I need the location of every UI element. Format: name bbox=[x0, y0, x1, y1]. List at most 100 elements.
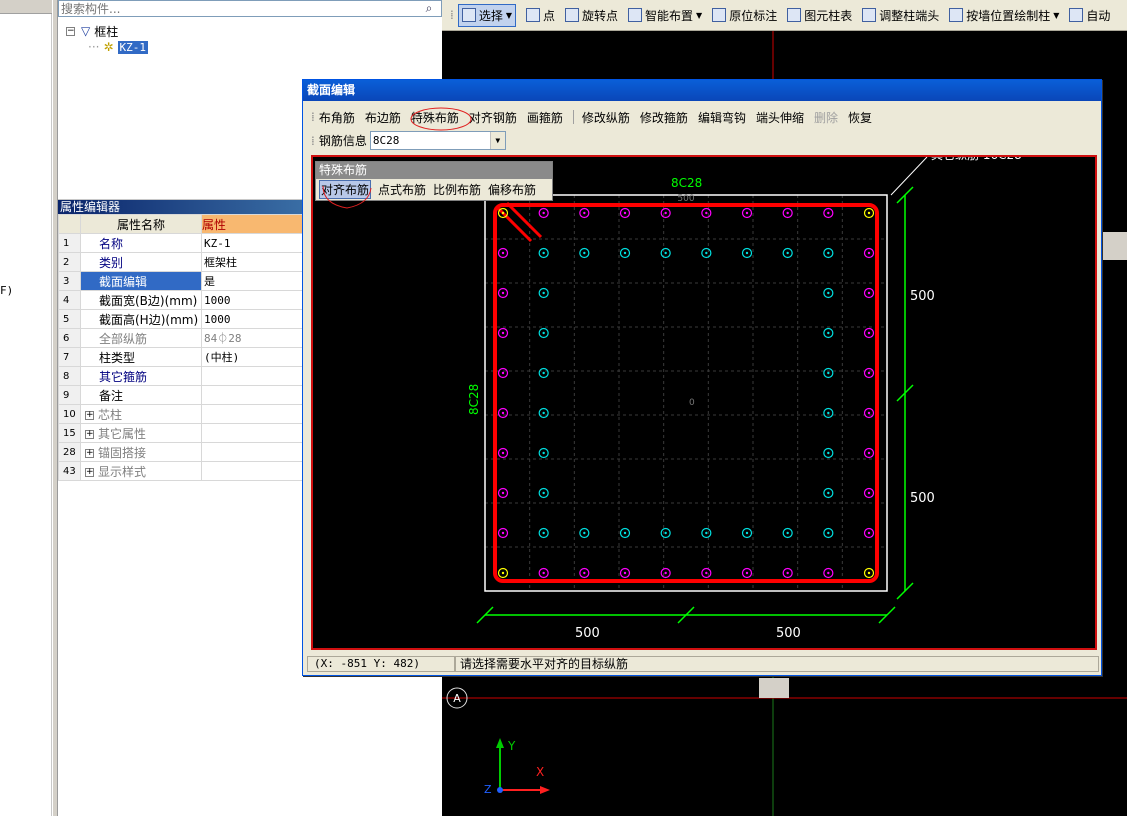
section-canvas[interactable]: 500 500 500 500 8C28 8C28 500 0 其它纵筋 16C28 bbox=[311, 155, 1097, 650]
rebar-center bbox=[664, 531, 667, 535]
expand-icon[interactable]: + bbox=[85, 448, 94, 458]
dialog-menu-item-1[interactable]: 布边筋 bbox=[365, 109, 401, 126]
dialog-menu-item-6[interactable]: 修改箍筋 bbox=[640, 109, 688, 126]
rebar-center bbox=[583, 251, 586, 255]
popup-item-0[interactable]: 对齐布筋 bbox=[319, 180, 372, 199]
rebar-center bbox=[542, 371, 545, 375]
property-value[interactable]: 84⏀28 bbox=[201, 328, 305, 348]
property-row[interactable]: 43 + 显示样式 bbox=[58, 461, 305, 481]
left-rebar-label: 8C28 bbox=[467, 384, 481, 415]
rebar-info-combo[interactable]: 8C28 ▼ bbox=[369, 131, 506, 150]
property-row[interactable]: 4 截面宽(B边)(mm) 1000 bbox=[58, 290, 305, 310]
property-value[interactable]: 1000 bbox=[201, 290, 305, 310]
dialog-menu-item-7[interactable]: 编辑弯钩 bbox=[698, 109, 746, 126]
property-name-text: 显示样式 bbox=[98, 464, 147, 479]
toolbar-button-4[interactable]: 原位标注 bbox=[712, 7, 777, 24]
scroll-thumb[interactable] bbox=[759, 678, 789, 698]
panel-toggle-button[interactable] bbox=[1103, 232, 1127, 260]
dim-right-top: 500 bbox=[910, 289, 935, 304]
rebar-center bbox=[542, 291, 545, 295]
dialog-menu-item-3[interactable]: 对齐钢筋 bbox=[469, 109, 517, 126]
property-row[interactable]: 15 + 其它属性 bbox=[58, 423, 305, 443]
popup-item-3[interactable]: 偏移布筋 bbox=[488, 181, 536, 198]
dialog-toolbar: ⁞ 布角筋 布边筋 特殊布筋 对齐钢筋 画箍筋 修改纵筋 修改箍筋 编辑弯钩 端头伸缩 删除 恢复 bbox=[311, 107, 882, 127]
property-value[interactable]: KZ-1 bbox=[201, 233, 305, 253]
property-row[interactable]: 5 截面高(H边)(mm) 1000 bbox=[58, 309, 305, 329]
status-message: 请选择需要水平对齐的目标纵筋 bbox=[455, 656, 1099, 672]
property-value[interactable]: 1000 bbox=[201, 309, 305, 329]
property-row[interactable]: 2 类别 框架柱 bbox=[58, 252, 305, 272]
toolbar-button-0[interactable]: 选择 ▼ bbox=[457, 3, 516, 27]
chevron-down-icon[interactable]: ▼ bbox=[1053, 11, 1059, 20]
property-value[interactable]: 框架柱 bbox=[201, 252, 305, 272]
property-value[interactable]: (中柱) bbox=[201, 347, 305, 367]
toolbar-button-7[interactable]: 按墙位置绘制柱 ▼ bbox=[949, 7, 1059, 24]
search-input[interactable] bbox=[59, 1, 414, 16]
property-name: + 显示样式 bbox=[80, 461, 202, 481]
property-value[interactable] bbox=[201, 461, 305, 481]
property-value[interactable] bbox=[201, 385, 305, 405]
property-row[interactable]: 9 备注 bbox=[58, 385, 305, 405]
axis-bubble-label: A bbox=[453, 692, 461, 705]
property-value[interactable] bbox=[201, 442, 305, 462]
adjust-end-icon bbox=[862, 8, 877, 22]
rebar-center bbox=[867, 371, 871, 375]
property-value[interactable] bbox=[201, 404, 305, 424]
property-row[interactable]: 10 + 芯柱 bbox=[58, 404, 305, 424]
dialog-menu-item-0[interactable]: 布角筋 bbox=[319, 109, 355, 126]
chevron-down-icon[interactable]: ▼ bbox=[696, 11, 702, 20]
expand-icon[interactable]: + bbox=[85, 410, 94, 420]
toolbar-button-label: 图元柱表 bbox=[804, 8, 853, 23]
tree-node-root[interactable]: − ▽ 框柱 bbox=[66, 23, 118, 39]
dialog-menu-item-5[interactable]: 修改纵筋 bbox=[582, 109, 630, 126]
dim-right-bottom: 500 bbox=[910, 491, 935, 506]
dialog-menu-item-4[interactable]: 画箍筋 bbox=[527, 109, 563, 126]
ucs-x-label: X bbox=[536, 765, 544, 779]
property-row[interactable]: 8 其它箍筋 bbox=[58, 366, 305, 386]
rebar-center bbox=[664, 211, 667, 215]
search-icon[interactable]: ⌕ bbox=[417, 1, 441, 16]
popup-item-1[interactable]: 点式布筋 bbox=[378, 181, 426, 198]
rotate-icon bbox=[565, 8, 580, 22]
property-row[interactable]: 6 全部纵筋 84⏀28 bbox=[58, 328, 305, 348]
toolbar-button-6[interactable]: 调整柱端头 bbox=[862, 7, 939, 24]
property-value[interactable]: 是 bbox=[201, 271, 305, 291]
expand-icon[interactable]: + bbox=[85, 429, 94, 439]
dialog-menu-item-2[interactable]: 特殊布筋 bbox=[411, 109, 459, 126]
property-value[interactable] bbox=[201, 366, 305, 386]
property-name: + 锚固搭接 bbox=[80, 442, 202, 462]
property-row[interactable]: 1 名称 KZ-1 bbox=[58, 233, 305, 253]
dialog-menu-item-9[interactable]: 删除 bbox=[814, 109, 838, 126]
ucs-x-arrow bbox=[540, 786, 550, 794]
rebar-center bbox=[501, 451, 505, 455]
rebar-center bbox=[583, 211, 586, 215]
property-row[interactable]: 7 柱类型 (中柱) bbox=[58, 347, 305, 367]
center-mark: 0 bbox=[689, 398, 695, 408]
property-row[interactable]: 28 + 锚固搭接 bbox=[58, 442, 305, 462]
top-rebar-label: 8C28 bbox=[671, 176, 702, 190]
toolbar-button-1[interactable]: 点 bbox=[526, 7, 555, 24]
toolbar-button-8[interactable]: 自动 bbox=[1069, 7, 1110, 24]
toolbar-button-2[interactable]: 旋转点 bbox=[565, 7, 618, 24]
toolbar-button-5[interactable]: 图元柱表 bbox=[787, 7, 852, 24]
popup-item-2[interactable]: 比例布筋 bbox=[433, 181, 481, 198]
expand-icon[interactable]: + bbox=[85, 467, 94, 477]
chevron-down-icon[interactable]: ▼ bbox=[489, 132, 505, 149]
row-number: 15 bbox=[58, 423, 81, 443]
rebar-center bbox=[542, 211, 545, 215]
collapse-icon[interactable]: − bbox=[66, 26, 75, 36]
chevron-down-icon[interactable]: ▼ bbox=[506, 11, 512, 20]
property-row[interactable]: 3 截面编辑 是 bbox=[58, 271, 305, 291]
rebar-center bbox=[827, 291, 830, 295]
property-name: 柱类型 bbox=[80, 347, 202, 367]
row-number: 6 bbox=[58, 328, 81, 348]
dialog-menu-item-10[interactable]: 恢复 bbox=[848, 109, 872, 126]
property-value[interactable] bbox=[201, 423, 305, 443]
rebar-center bbox=[705, 531, 708, 535]
toolbar-button-3[interactable]: 智能布置 ▼ bbox=[628, 7, 702, 24]
dialog-menu-item-8[interactable]: 端头伸缩 bbox=[756, 109, 804, 126]
tree-node-child[interactable]: ··· ✲ KZ-1 bbox=[88, 39, 149, 55]
property-name-text: 名称 bbox=[99, 236, 124, 251]
row-number: 2 bbox=[58, 252, 81, 272]
row-number: 28 bbox=[58, 442, 81, 462]
